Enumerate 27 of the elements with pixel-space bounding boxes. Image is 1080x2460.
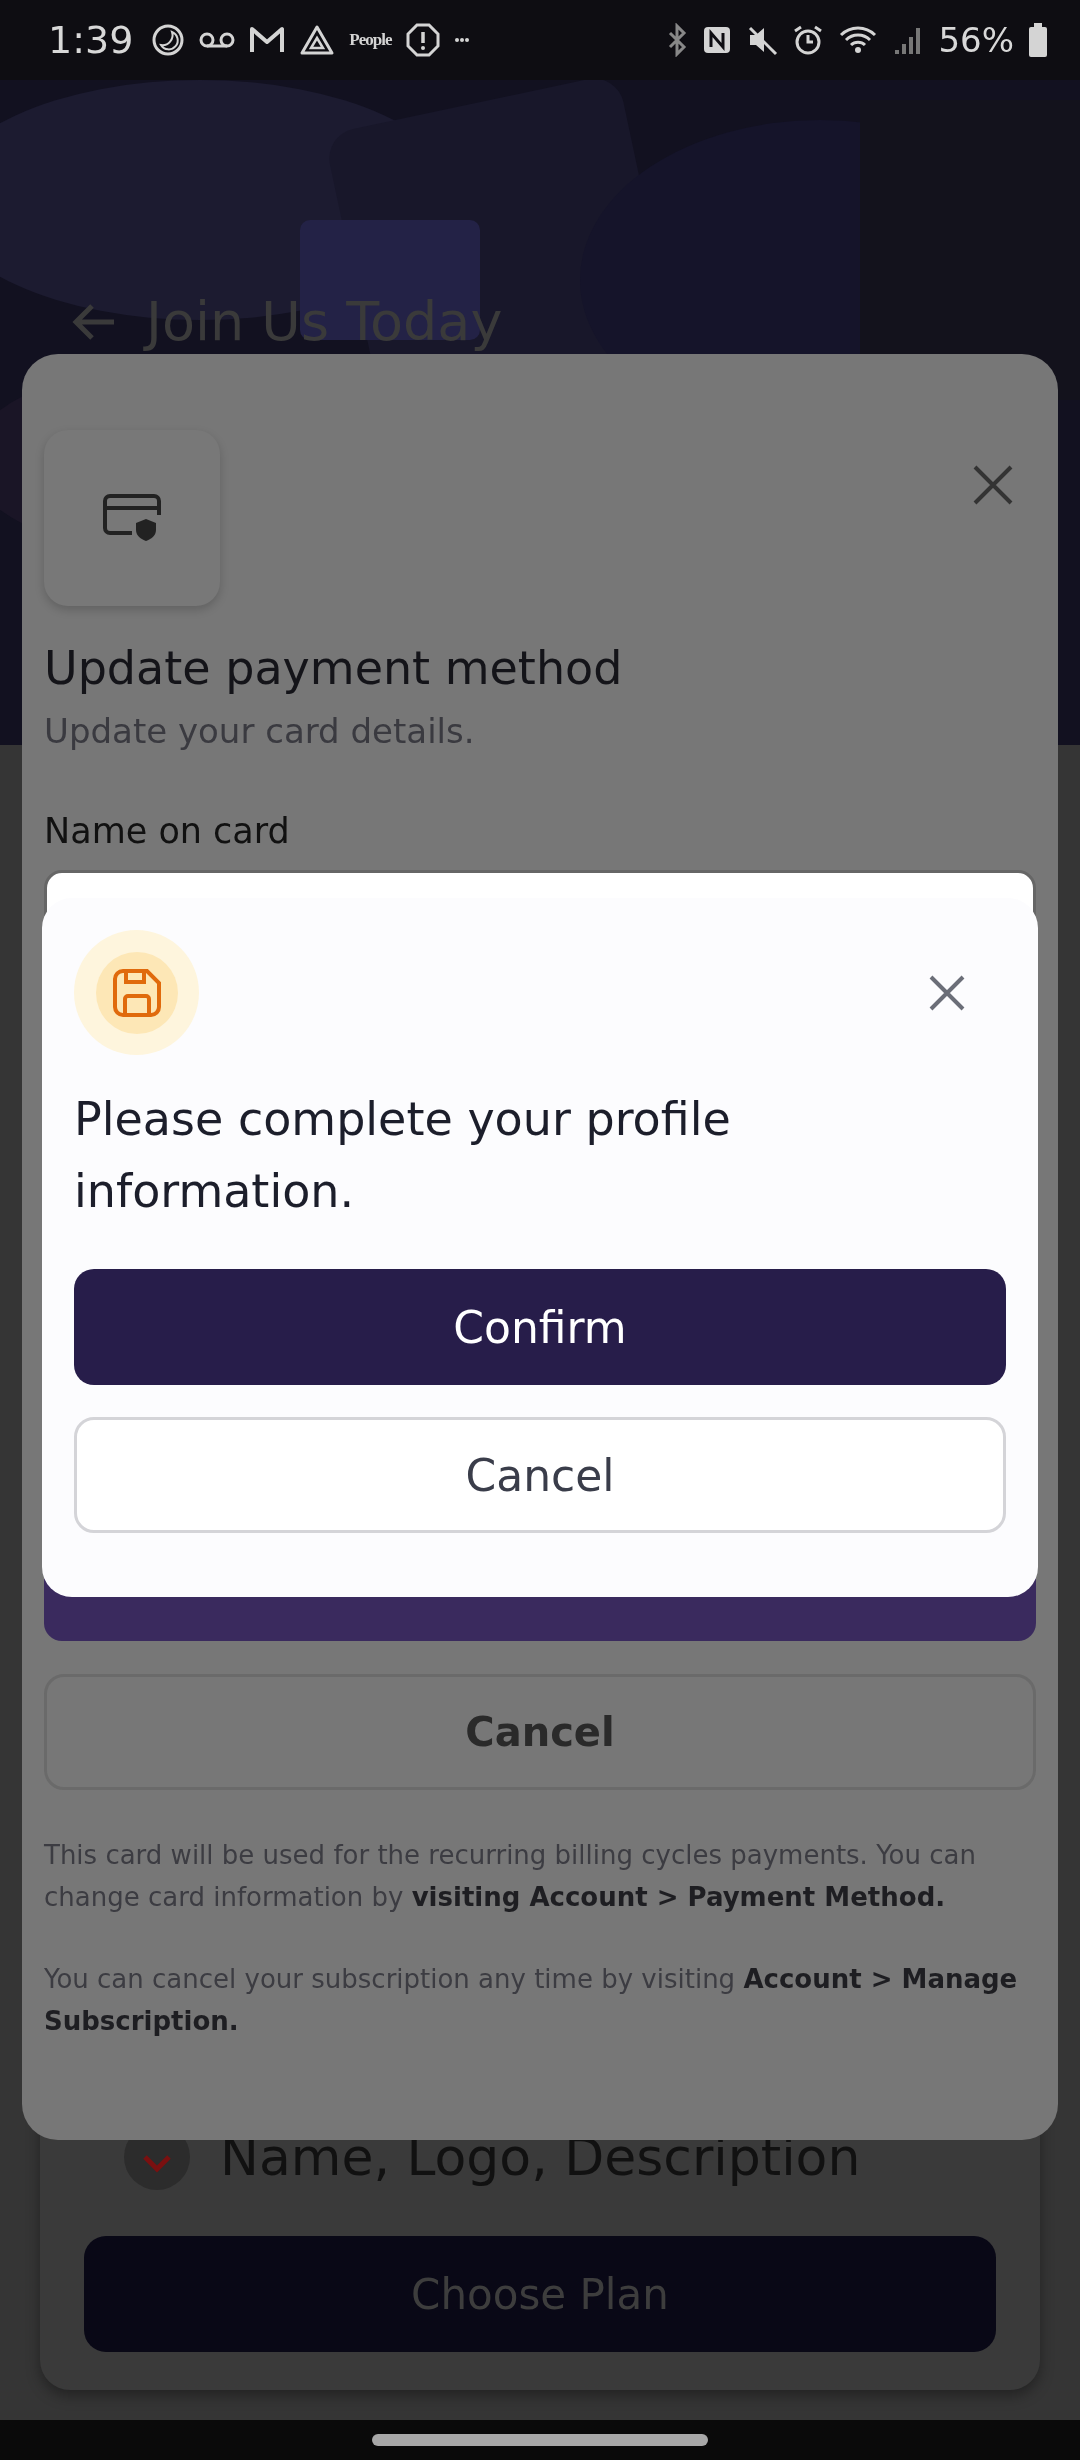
info-paragraph: You can cancel your subscription any time by visiting Account > Manage Subscription.	[44, 1963, 1019, 2038]
app-label: People	[349, 30, 392, 50]
moon-icon	[151, 23, 186, 57]
mute-icon	[746, 24, 779, 56]
triangle-icon	[299, 24, 336, 56]
mail-icon	[249, 25, 286, 55]
confirm-button[interactable]: Confirm	[74, 1269, 1006, 1385]
cancel-button[interactable]: Cancel	[74, 1417, 1006, 1533]
close-icon[interactable]	[972, 464, 1014, 506]
voicemail-icon	[199, 30, 236, 50]
battery-icon	[1028, 23, 1048, 57]
nfc-icon	[702, 25, 733, 55]
close-icon[interactable]	[928, 973, 966, 1012]
field-label: Name on card	[44, 810, 291, 853]
sheet-subtitle: Update your card details.	[44, 710, 476, 753]
alert-icon	[405, 23, 440, 57]
bluetooth-icon	[666, 23, 689, 57]
dialog-message: Please complete your profile information.	[74, 1091, 732, 1220]
battery-percent: 56%	[938, 20, 1014, 60]
info-paragraph: This card will be used for the recurring billing cycles payments. You can change card information by visiting Account > Payment Method.	[44, 1839, 977, 1914]
status-time: 1:39	[48, 18, 134, 62]
wifi-icon	[838, 24, 879, 56]
sheet-title: Update payment method	[44, 640, 624, 697]
back-arrow-icon[interactable]	[72, 301, 116, 342]
save-icon	[111, 967, 162, 1018]
more-icon	[453, 37, 470, 43]
card-shield-icon	[102, 493, 162, 543]
